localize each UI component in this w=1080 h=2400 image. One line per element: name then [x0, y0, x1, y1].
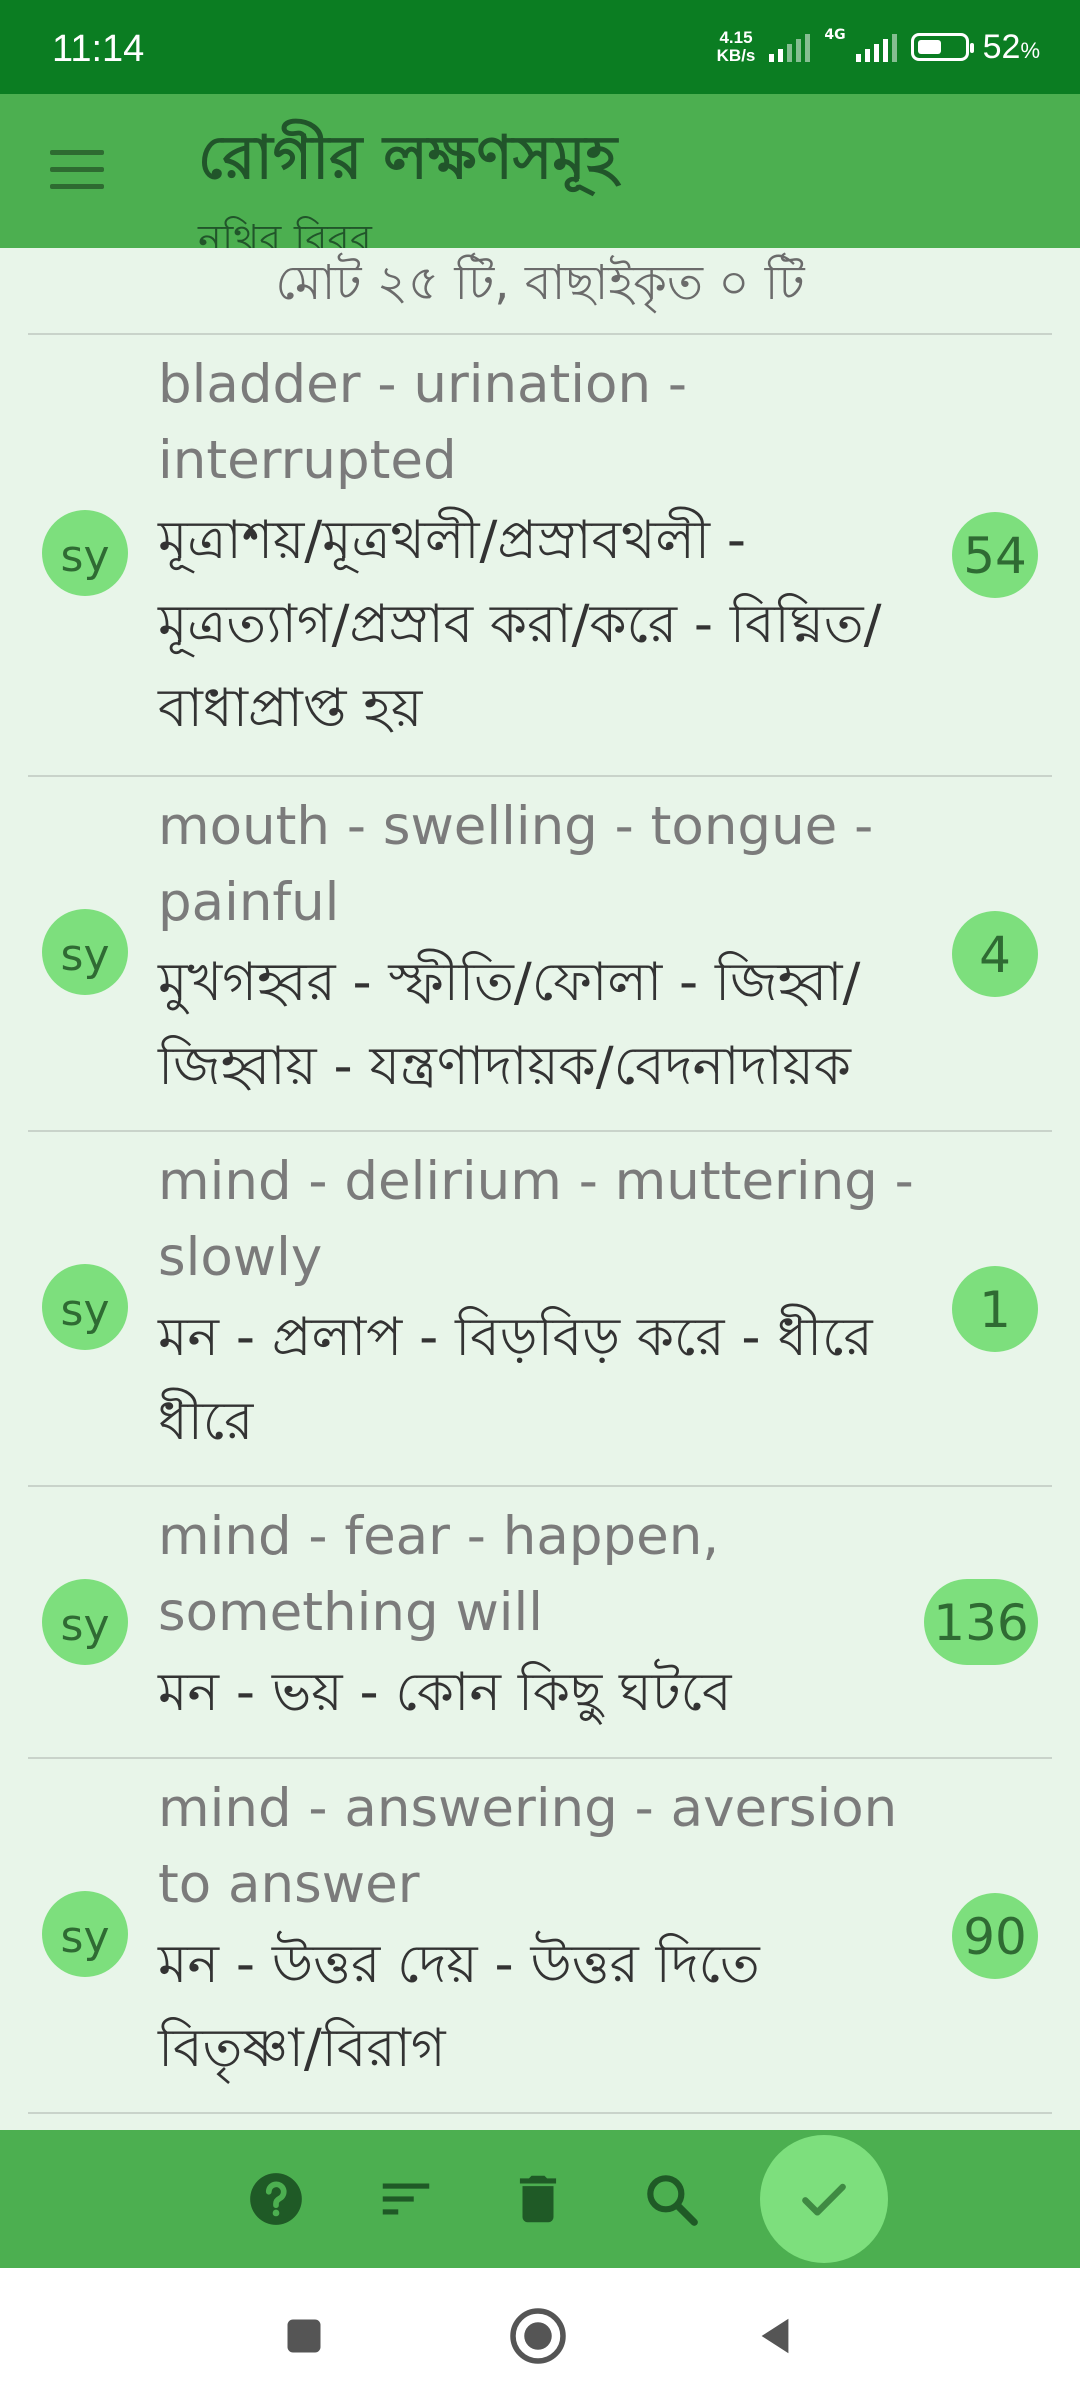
symptom-type-badge: sy [42, 1264, 128, 1350]
network-type: 4G [824, 27, 846, 43]
symptom-bengali-line: জিহ্বায় - যন্ত্রণাদায়ক/বেদনাদায়ক [158, 1036, 851, 1097]
home-circle-icon[interactable] [508, 2306, 568, 2366]
system-nav-bar [0, 2268, 1080, 2400]
rubric-count-badge: 4 [952, 911, 1038, 997]
symptom-text: bladder - urination - interrupted মূত্রা… [158, 347, 938, 751]
rubric-count-badge: 136 [924, 1579, 1038, 1665]
symptom-bengali-line: বিতৃষ্ণা/বিরাগ [158, 2018, 446, 2079]
symptom-bengali-line: মন - উত্তর দেয় - উত্তর দিতে [158, 1934, 760, 1995]
selection-summary: মোট ২৫ টি, বাছাইকৃত ০ টি [275, 255, 805, 311]
symptom-row[interactable]: sy mind - delirium - muttering - slowly … [0, 1132, 1080, 1485]
symptom-text: mouth - swelling - tongue - painful মুখগ… [158, 789, 938, 1109]
rubric-count-badge: 90 [952, 1893, 1038, 1979]
symptom-row[interactable]: sy mind - answering - aversion to answer… [0, 1759, 1080, 2112]
symptom-text: mind - fear - happen, something will মন … [158, 1499, 938, 1735]
battery-icon [910, 33, 974, 61]
symptom-english-line: bladder - urination - [158, 354, 688, 415]
network-speed-unit: KB/s [716, 46, 756, 65]
symptom-bengali-line: বাধাপ্রাপ্ত হয় [158, 678, 423, 739]
symptom-type-badge: sy [42, 1579, 128, 1665]
page-title: রোগীর লক্ষণসমূহ [198, 123, 618, 193]
symptom-english-line: something will [158, 1582, 543, 1643]
symptom-row[interactable]: sy mind - fear - happen, something will … [0, 1487, 1080, 1757]
rubric-count-badge: 54 [952, 512, 1038, 598]
status-time: 11:14 [52, 28, 145, 70]
symptom-english-line: mind - answering - aversion [158, 1778, 898, 1839]
page-subtitle: নথির বিবর [198, 217, 372, 248]
symptom-bengali-line: মন - ভয় - কোন কিছু ঘটবে [158, 1662, 732, 1723]
sort-icon[interactable] [371, 2164, 441, 2234]
symptom-type-badge: sy [42, 510, 128, 596]
symptom-row[interactable]: sy bladder - urination - interrupted মূত… [0, 335, 1080, 775]
battery-percent: 52% [982, 27, 1040, 66]
status-bar: 11:14 4.15 KB/s 4G 52% [0, 0, 1080, 94]
symptom-bengali-line: মূত্রত্যাগ/প্রস্রাব করা/করে - বিঘ্নিত/ [158, 594, 882, 655]
network-speed: 4.15 KB/s [717, 29, 756, 65]
symptom-type-badge: sy [42, 909, 128, 995]
symptom-english-line: mind - delirium - muttering - [158, 1151, 914, 1212]
symptom-english-line: mind - fear - happen, [158, 1506, 720, 1567]
menu-icon[interactable] [50, 150, 104, 190]
signal-icon-1 [769, 32, 811, 62]
recents-square-icon[interactable] [274, 2306, 334, 2366]
network-speed-value: 4.15 [719, 28, 753, 47]
app-bar: রোগীর লক্ষণসমূহ নথির বিবর [0, 94, 1080, 248]
symptom-english-line: interrupted [158, 430, 457, 491]
symptom-bengali-line: মূত্রাশয়/মূত্রথলী/প্রস্রাবথলী - [158, 510, 747, 571]
symptom-text: mind - delirium - muttering - slowly মন … [158, 1144, 938, 1464]
symptom-english-line: painful [158, 872, 340, 933]
signal-icon-2 [855, 32, 897, 62]
symptom-type-badge: sy [42, 1891, 128, 1977]
divider [28, 2112, 1052, 2114]
symptom-english-line: to answer [158, 1854, 420, 1915]
symptom-row[interactable]: sy mouth - swelling - tongue - painful ম… [0, 777, 1080, 1130]
rubric-count-badge: 1 [952, 1266, 1038, 1352]
back-triangle-icon[interactable] [745, 2306, 805, 2366]
confirm-button[interactable] [760, 2135, 888, 2263]
delete-icon[interactable] [503, 2164, 573, 2234]
check-icon [802, 2183, 846, 2216]
symptom-text: mind - answering - aversion to answer মন… [158, 1771, 938, 2091]
help-icon[interactable] [241, 2164, 311, 2234]
search-icon[interactable] [636, 2164, 706, 2234]
bottom-toolbar [0, 2130, 1080, 2268]
symptom-bengali-line: মুখগহ্বর - স্ফীতি/ফোলা - জিহ্বা/ [158, 952, 861, 1013]
symptom-english-line: slowly [158, 1227, 323, 1288]
symptom-english-line: mouth - swelling - tongue - [158, 796, 874, 857]
status-indicators: 4.15 KB/s 4G 52% [717, 22, 1040, 72]
symptom-bengali-line: ধীরে [158, 1391, 254, 1452]
symptom-bengali-line: মন - প্রলাপ - বিড়বিড় করে - ধীরে [158, 1307, 873, 1368]
